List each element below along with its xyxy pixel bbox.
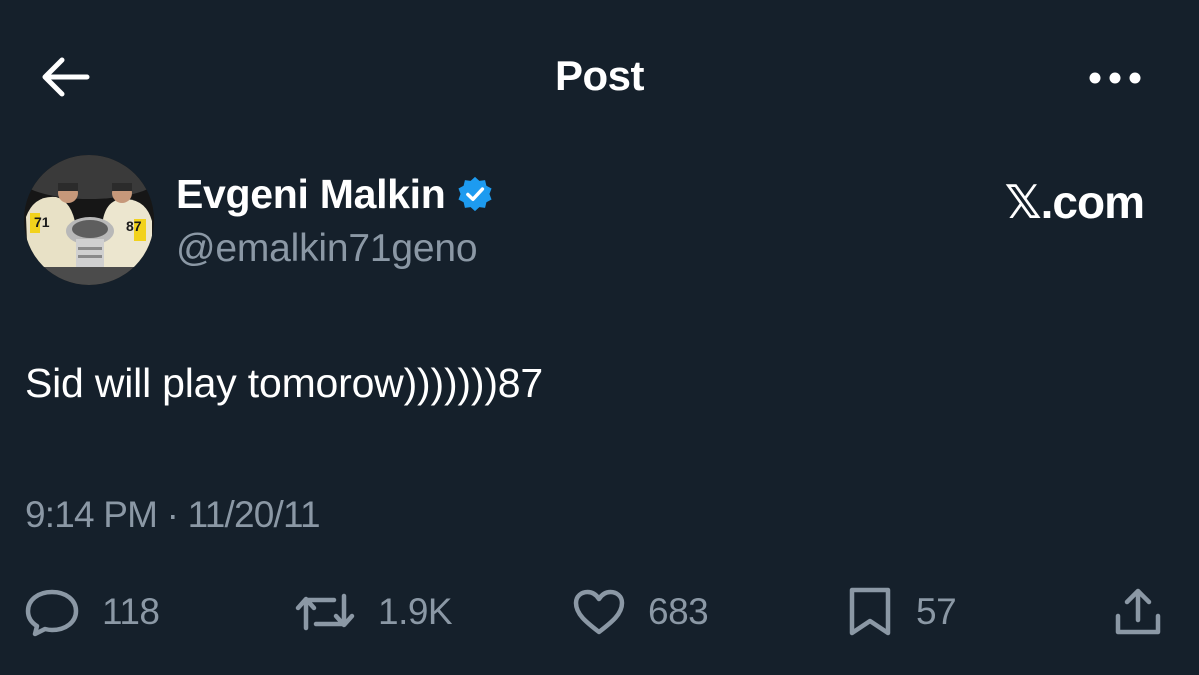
repost-icon (295, 593, 355, 631)
brand-watermark: 𝕏.com (1004, 176, 1145, 228)
share-icon (1115, 588, 1161, 635)
repost-button[interactable]: 1.9K (294, 580, 453, 644)
share-button[interactable] (1112, 580, 1164, 644)
display-name[interactable]: Evgeni Malkin (176, 171, 446, 218)
more-options-button[interactable] (1085, 58, 1145, 98)
top-bar: Post (0, 0, 1199, 155)
heart-icon (573, 589, 625, 635)
avatar[interactable]: 71 87 (24, 155, 154, 285)
repost-count: 1.9K (378, 591, 453, 632)
svg-text:71: 71 (34, 214, 50, 230)
display-name-row: Evgeni Malkin (176, 169, 494, 219)
post-text: Sid will play tomorow)))))))87 (25, 360, 543, 406)
user-handle[interactable]: @emalkin71geno (176, 227, 478, 271)
post-actions-bar: 118 1.9K 683 57 (0, 580, 1199, 644)
author-block: 71 87 Evgeni Malkin @emalkin71geno 𝕏.com (24, 155, 1174, 285)
more-horizontal-icon (1089, 72, 1141, 84)
like-button[interactable]: 683 (572, 580, 709, 644)
reply-icon (25, 589, 79, 637)
bookmark-icon (849, 587, 891, 636)
like-count: 683 (648, 591, 709, 632)
bookmark-count: 57 (916, 591, 957, 632)
reply-button[interactable]: 118 (24, 580, 160, 644)
reply-count: 118 (102, 591, 160, 632)
page-title: Post (554, 52, 645, 99)
svg-text:87: 87 (126, 218, 142, 234)
bookmark-button[interactable]: 57 (846, 580, 957, 644)
avatar-photo: 71 87 (24, 155, 154, 285)
verified-badge-icon (457, 176, 492, 212)
post-timestamp[interactable]: 9:14 PM · 11/20/11 (25, 494, 321, 536)
